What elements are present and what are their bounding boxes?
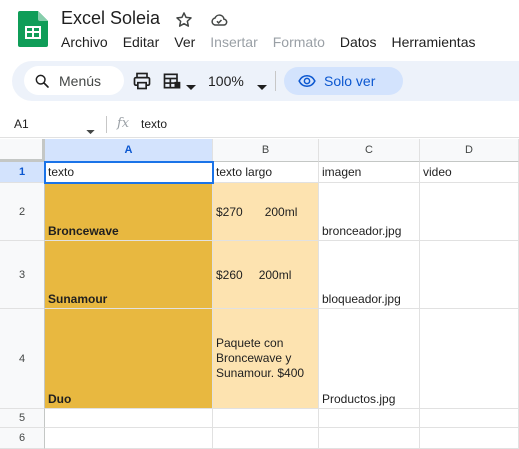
menu-herramientas[interactable]: Herramientas [391, 34, 475, 52]
cell-b2-size: 200ml [264, 204, 298, 219]
cloud-status-icon[interactable] [209, 10, 229, 30]
chevron-down-icon[interactable] [186, 78, 196, 90]
table-format-icon[interactable] [162, 71, 182, 91]
cell-b6[interactable] [213, 428, 319, 449]
column-header-b[interactable]: B [213, 139, 319, 162]
menu-bar: Archivo Editar Ver Insertar Formato Dato… [61, 34, 490, 52]
cell-d4[interactable] [420, 309, 519, 409]
eye-icon [298, 74, 316, 88]
cell-a5[interactable] [45, 409, 213, 428]
cell-c6[interactable] [319, 428, 420, 449]
menu-editar[interactable]: Editar [123, 34, 160, 52]
cell-c1[interactable]: imagen [319, 162, 420, 183]
cell-a2[interactable]: Broncewave [45, 183, 213, 241]
formula-bar: A1 fx texto [0, 111, 519, 138]
row-header-4[interactable]: 4 [0, 309, 45, 409]
cell-c3-text: bloqueador.jpg [322, 292, 401, 306]
select-all-corner[interactable] [0, 139, 45, 162]
cell-d5[interactable] [420, 409, 519, 428]
row-header-2[interactable]: 2 [0, 183, 45, 241]
name-box-chevron-down-icon[interactable] [86, 122, 95, 135]
cell-b1[interactable]: texto largo [213, 162, 319, 183]
menu-datos[interactable]: Datos [340, 34, 377, 52]
cell-b3-price: $260 [216, 267, 243, 282]
cell-b4-text: Paquete con Broncewave y Sunamour. $400 [216, 336, 305, 380]
zoom-select[interactable]: 100% [208, 73, 244, 89]
cell-c2-text: bronceador.jpg [322, 224, 402, 238]
toolbar-divider [275, 71, 276, 91]
cell-a2-text: Broncewave [48, 224, 119, 238]
cell-c3[interactable]: bloqueador.jpg [319, 241, 420, 309]
print-icon[interactable] [132, 71, 152, 91]
cell-c4[interactable]: Productos.jpg [319, 309, 420, 409]
column-header-d[interactable]: D [420, 139, 519, 162]
view-only-label: Solo ver [324, 73, 376, 89]
cell-c4-text: Productos.jpg [322, 392, 396, 406]
cell-b4[interactable]: Paquete con Broncewave y Sunamour. $400 [213, 309, 319, 409]
cell-a6[interactable] [45, 428, 213, 449]
name-box[interactable]: A1 [14, 117, 29, 131]
sheets-logo-icon[interactable] [18, 11, 48, 47]
row-header-3[interactable]: 3 [0, 241, 45, 309]
menu-formato[interactable]: Formato [273, 34, 325, 52]
cell-b5[interactable] [213, 409, 319, 428]
cell-d6[interactable] [420, 428, 519, 449]
search-menus-button[interactable]: Menús [24, 66, 124, 95]
menu-archivo[interactable]: Archivo [61, 34, 108, 52]
menu-insertar[interactable]: Insertar [210, 34, 257, 52]
column-header-a[interactable]: A [45, 139, 213, 162]
cell-a1[interactable]: texto [45, 162, 213, 183]
toolbar: Menús 100% Solo ver [12, 61, 519, 101]
cell-d2[interactable] [420, 183, 519, 241]
document-title[interactable]: Excel Soleia [61, 8, 160, 29]
search-icon [35, 74, 49, 88]
cell-a3-text: Sunamour [48, 292, 108, 306]
cell-d1[interactable]: video [420, 162, 519, 183]
formula-input[interactable]: texto [141, 117, 167, 131]
fx-icon: fx [117, 116, 130, 131]
cell-b3[interactable]: $260 200ml [213, 241, 319, 309]
cell-b3-size: 200ml [258, 267, 292, 282]
view-only-button[interactable]: Solo ver [284, 67, 403, 95]
row-header-6[interactable]: 6 [0, 428, 45, 449]
cell-d3[interactable] [420, 241, 519, 309]
row-header-1[interactable]: 1 [0, 162, 45, 183]
cell-b2[interactable]: $270 200ml [213, 183, 319, 241]
cell-a3[interactable]: Sunamour [45, 241, 213, 309]
row-header-5[interactable]: 5 [0, 409, 45, 428]
star-icon[interactable] [174, 10, 194, 30]
cell-c2[interactable]: bronceador.jpg [319, 183, 420, 241]
cell-a4-text: Duo [48, 392, 72, 406]
cell-a4[interactable]: Duo [45, 309, 213, 409]
column-header-c[interactable]: C [319, 139, 420, 162]
formula-bar-divider [106, 116, 107, 133]
cell-c5[interactable] [319, 409, 420, 428]
spreadsheet-grid: A B C D 1 2 3 4 5 6 texto texto largo im… [0, 139, 519, 449]
zoom-chevron-down-icon[interactable] [257, 78, 267, 90]
menu-ver[interactable]: Ver [174, 34, 195, 52]
cell-b2-price: $270 [216, 204, 243, 219]
search-menus-label: Menús [59, 72, 102, 89]
